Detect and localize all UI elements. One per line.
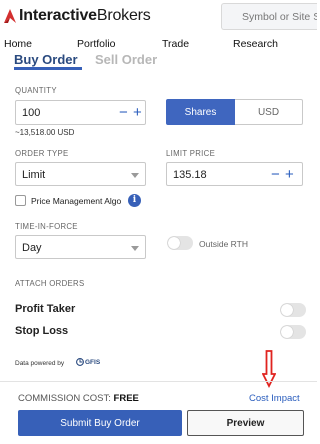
submit-buy-order-button[interactable]: Submit Buy Order (18, 410, 182, 436)
order-type-value: Limit (22, 169, 46, 181)
quantity-unit-toggle: Shares USD (166, 99, 303, 125)
quantity-value: 100 (22, 107, 41, 119)
profit-taker-toggle[interactable] (280, 303, 306, 317)
profit-taker-label: Profit Taker (15, 303, 76, 315)
toggle-knob (168, 237, 180, 249)
quantity-decrement-button[interactable]: − (119, 105, 128, 120)
footer-divider (0, 381, 317, 382)
symbol-search-input[interactable] (222, 4, 317, 29)
time-in-force-select[interactable]: Day (15, 235, 146, 259)
chevron-down-icon (131, 173, 139, 178)
quantity-estimate: ~13,518.00 USD (15, 128, 75, 137)
commission-cost: COMMISSION COST: FREE (18, 393, 139, 404)
nav-home[interactable]: Home (4, 38, 32, 50)
preview-button[interactable]: Preview (187, 410, 304, 436)
top-bar: InteractiveBrokers (0, 0, 317, 34)
time-in-force-label: TIME-IN-FORCE (15, 222, 78, 231)
order-type-select[interactable]: Limit (15, 162, 146, 186)
chevron-down-icon (131, 246, 139, 251)
main-nav: Home Portfolio Trade Research (0, 34, 317, 54)
stop-loss-toggle[interactable] (280, 325, 306, 339)
tab-sell-order[interactable]: Sell Order (95, 54, 157, 67)
limit-price-field[interactable]: 135.18 − + (166, 162, 303, 186)
limit-price-label: LIMIT PRICE (166, 149, 216, 158)
commission-value: FREE (113, 393, 139, 404)
nav-trade[interactable]: Trade (162, 38, 189, 50)
gfis-logo-text: GFIS (85, 358, 101, 366)
quantity-label: QUANTITY (15, 86, 57, 95)
nav-portfolio[interactable]: Portfolio (77, 38, 116, 50)
limit-price-decrement-button[interactable]: − (271, 167, 280, 182)
red-down-arrow-icon (262, 350, 276, 388)
tab-buy-order[interactable]: Buy Order (14, 54, 78, 67)
toggle-knob (281, 326, 293, 338)
quantity-increment-button[interactable]: + (133, 105, 142, 120)
quantity-field[interactable]: 100 − + (15, 100, 146, 125)
unit-shares-button[interactable]: Shares (166, 99, 235, 125)
search-box[interactable] (221, 3, 317, 30)
gfis-logo: GFIS (76, 358, 100, 366)
outside-rth-label: Outside RTH (199, 239, 248, 249)
price-management-label: Price Management Algo (31, 196, 122, 206)
ib-logo-icon (4, 9, 16, 23)
limit-price-value: 135.18 (173, 169, 207, 181)
limit-price-increment-button[interactable]: + (285, 167, 294, 182)
cost-impact-link[interactable]: Cost Impact (249, 393, 300, 404)
stop-loss-label: Stop Loss (15, 325, 69, 337)
commission-label: COMMISSION COST: (18, 393, 111, 404)
data-powered-by-label: Data powered by (15, 360, 65, 367)
gfis-icon (76, 358, 84, 366)
time-in-force-value: Day (22, 242, 42, 254)
info-icon[interactable]: i (128, 194, 141, 207)
active-tab-indicator (14, 67, 82, 70)
toggle-knob (281, 304, 293, 316)
order-side-tabs: Buy Order Sell Order (0, 54, 317, 70)
order-type-label: ORDER TYPE (15, 149, 69, 158)
attach-orders-label: ATTACH ORDERS (15, 279, 85, 288)
logo-text: InteractiveBrokers (19, 7, 151, 24)
outside-rth-toggle[interactable] (167, 236, 193, 250)
unit-usd-button[interactable]: USD (235, 99, 303, 125)
nav-research[interactable]: Research (233, 38, 278, 50)
price-management-checkbox[interactable] (15, 195, 26, 206)
interactive-brokers-logo[interactable]: InteractiveBrokers (4, 7, 151, 25)
